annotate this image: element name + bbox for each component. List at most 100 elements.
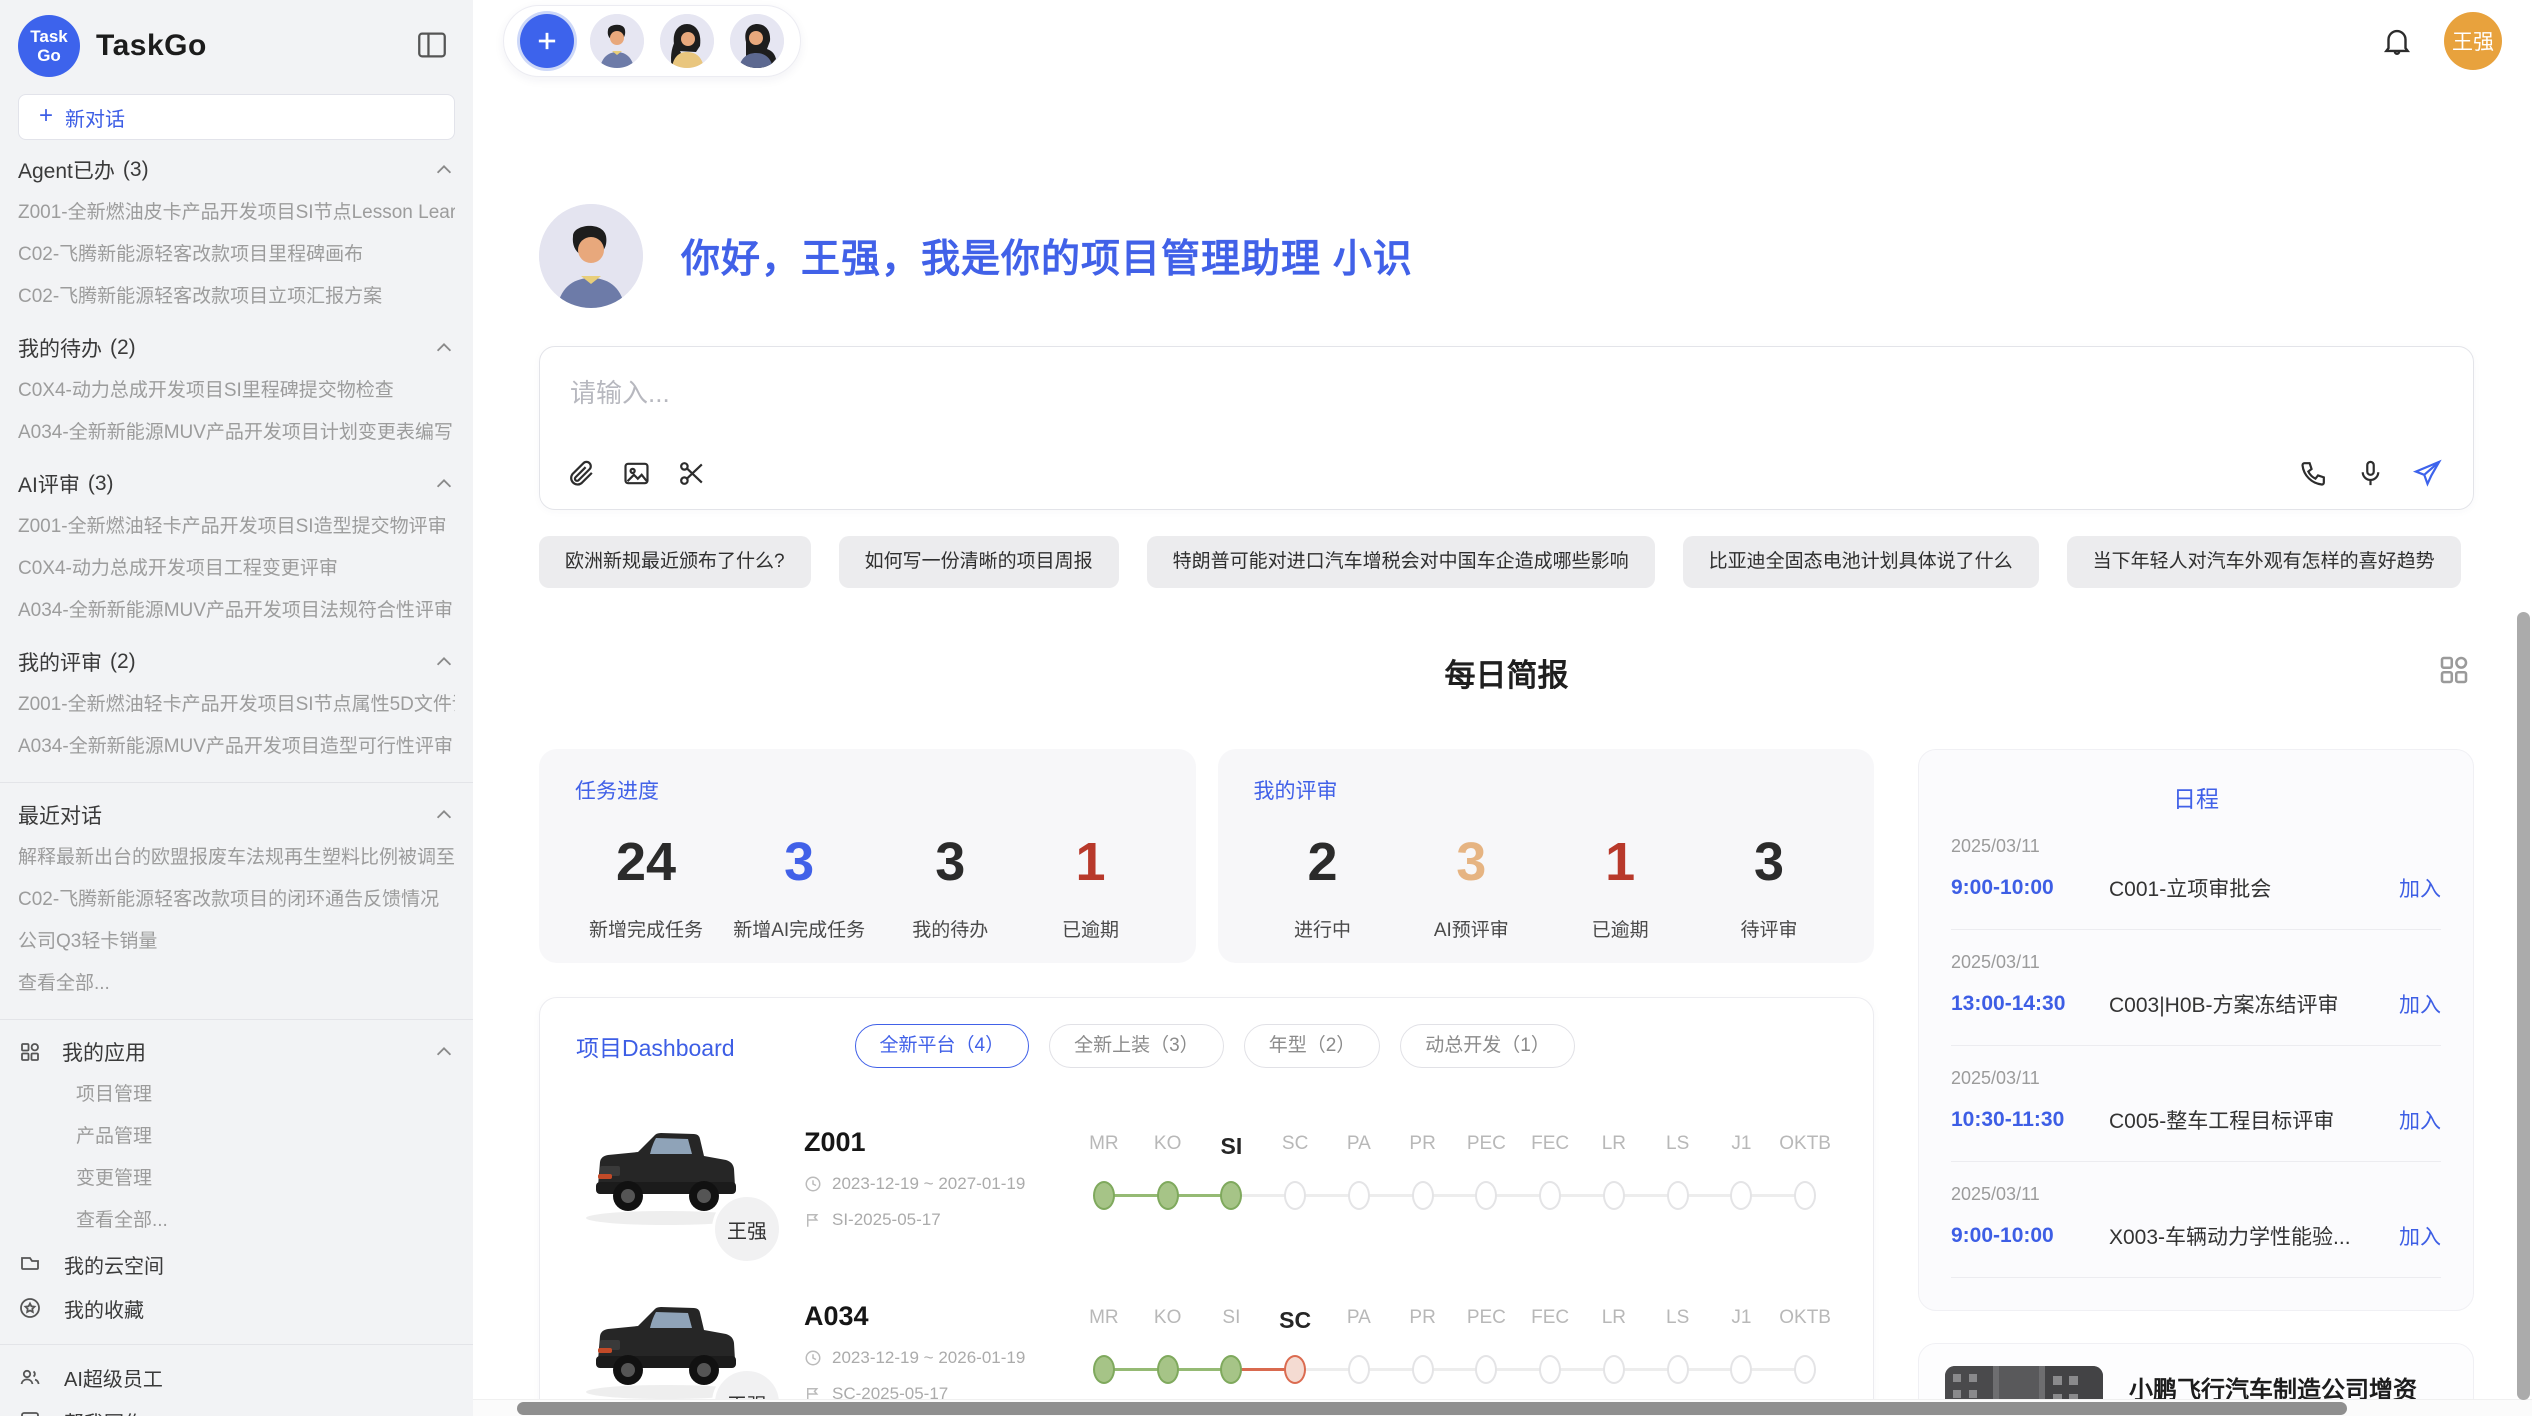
milestone-dot[interactable] xyxy=(1157,1181,1179,1210)
sidebar-group-recent-chats[interactable]: 最近对话 xyxy=(18,793,455,837)
layout-grid-icon[interactable] xyxy=(2436,652,2472,688)
list-item[interactable]: Z001-全新燃油轻卡产品开发项目SI节点属性5D文件评审 xyxy=(18,684,455,726)
suggestion-chip[interactable]: 当下年轻人对汽车外观有怎样的喜好趋势 xyxy=(2067,536,2461,588)
chevron-up-icon[interactable] xyxy=(433,473,455,495)
chevron-up-icon[interactable] xyxy=(433,804,455,826)
stat-ai-done: 3 新增AI完成任务 xyxy=(733,831,865,942)
milestone-dot[interactable] xyxy=(1157,1355,1179,1384)
chevron-up-icon[interactable] xyxy=(433,159,455,181)
send-icon[interactable] xyxy=(2412,458,2443,489)
milestone-dot[interactable] xyxy=(1093,1355,1115,1384)
user-avatar[interactable]: 王强 xyxy=(2444,12,2502,70)
sidebar-collapse-icon[interactable] xyxy=(415,28,449,62)
milestone-dot[interactable] xyxy=(1667,1181,1689,1210)
milestone-dot[interactable] xyxy=(1348,1355,1370,1384)
milestone-dot[interactable] xyxy=(1284,1181,1306,1210)
sidebar-item-favorites[interactable]: 我的收藏 xyxy=(18,1286,455,1330)
milestone-dot[interactable] xyxy=(1475,1355,1497,1384)
milestone-dot[interactable] xyxy=(1539,1181,1561,1210)
list-item[interactable]: C02-飞腾新能源轻客改款项目的闭环通告反馈情况 xyxy=(18,879,455,921)
chevron-up-icon[interactable] xyxy=(433,651,455,673)
sidebar-item-product-mgmt[interactable]: 产品管理 xyxy=(18,1116,455,1158)
sidebar-group-ai-review[interactable]: AI评审 (3) xyxy=(18,462,455,506)
milestone-dot[interactable] xyxy=(1667,1355,1689,1384)
horizontal-scrollbar-thumb[interactable] xyxy=(517,1402,2347,1415)
sidebar-item-cloud-space[interactable]: 我的云空间 xyxy=(18,1242,455,1286)
view-all-chats-link[interactable]: 查看全部... xyxy=(18,963,455,1005)
sidebar-item-change-mgmt[interactable]: 变更管理 xyxy=(18,1158,455,1200)
sidebar-group-agent-done[interactable]: Agent已办 (3) xyxy=(18,148,455,192)
avatar[interactable] xyxy=(660,14,714,68)
join-meeting-link[interactable]: 加入 xyxy=(2399,1105,2441,1135)
milestone-dot[interactable] xyxy=(1603,1181,1625,1210)
chat-input-card[interactable]: 请输入... xyxy=(539,346,2474,510)
join-meeting-link[interactable]: 加入 xyxy=(2399,1221,2441,1251)
chat-input-placeholder[interactable]: 请输入... xyxy=(570,373,670,410)
milestone-dot[interactable] xyxy=(1730,1355,1752,1384)
scissors-icon[interactable] xyxy=(676,458,707,489)
milestone-dot[interactable] xyxy=(1220,1355,1242,1384)
milestone-dot[interactable] xyxy=(1603,1355,1625,1384)
chevron-up-icon[interactable] xyxy=(433,1041,455,1063)
sidebar: Task Go TaskGo + 新对话 Agent已办 (3) Z001-全新… xyxy=(0,0,473,1416)
phone-call-icon[interactable] xyxy=(2298,458,2329,489)
suggestion-chip[interactable]: 如何写一份清晰的项目周报 xyxy=(839,536,1119,588)
milestone-dot[interactable] xyxy=(1730,1181,1752,1210)
tab-new-body[interactable]: 全新上装（3） xyxy=(1049,1024,1224,1068)
avatar[interactable] xyxy=(730,14,784,68)
list-item[interactable]: A034-全新新能源MUV产品开发项目计划变更表编写 xyxy=(18,412,455,454)
list-item[interactable]: C0X4-动力总成开发项目工程变更评审 xyxy=(18,548,455,590)
group-count: (3) xyxy=(88,472,114,496)
avatar[interactable] xyxy=(590,14,644,68)
suggestion-chip[interactable]: 比亚迪全固态电池计划具体说了什么 xyxy=(1683,536,2039,588)
project-row[interactable]: 王强 A034 2023-12-19 ~ 2026-01-19 xyxy=(576,1288,1837,1416)
tab-new-platform[interactable]: 全新平台（4） xyxy=(855,1024,1030,1068)
sidebar-item-help-me-write[interactable]: 帮我写作 xyxy=(18,1399,455,1416)
suggestion-chip[interactable]: 特朗普可能对进口汽车增税会对中国车企造成哪些影响 xyxy=(1147,536,1655,588)
list-item[interactable]: A034-全新新能源MUV产品开发项目法规符合性评审 xyxy=(18,590,455,632)
add-agent-button[interactable] xyxy=(520,14,574,68)
list-item[interactable]: Z001-全新燃油皮卡产品开发项目SI节点Lesson Learn报告 xyxy=(18,192,455,234)
milestone-dot[interactable] xyxy=(1539,1355,1561,1384)
list-item[interactable]: A034-全新新能源MUV产品开发项目造型可行性评审 xyxy=(18,726,455,768)
sidebar-group-my-todo[interactable]: 我的待办 (2) xyxy=(18,326,455,370)
milestone-dot[interactable] xyxy=(1794,1181,1816,1210)
list-item[interactable]: 解释最新出台的欧盟报废车法规再生塑料比例被调至15%... xyxy=(18,837,455,879)
milestone-dot[interactable] xyxy=(1220,1181,1242,1210)
tab-powertrain[interactable]: 动总开发（1） xyxy=(1400,1024,1575,1068)
chevron-up-icon[interactable] xyxy=(433,337,455,359)
image-icon[interactable] xyxy=(621,458,652,489)
milestone-dot[interactable] xyxy=(1412,1355,1434,1384)
microphone-icon[interactable] xyxy=(2355,458,2386,489)
notification-bell-icon[interactable] xyxy=(2380,24,2414,58)
tab-year-model[interactable]: 年型（2） xyxy=(1244,1024,1381,1068)
input-tools-right xyxy=(2298,458,2443,489)
milestone-dot[interactable] xyxy=(1412,1181,1434,1210)
sidebar-item-project-mgmt[interactable]: 项目管理 xyxy=(18,1074,455,1116)
horizontal-scrollbar-track[interactable] xyxy=(473,1399,2532,1416)
suggestion-chip[interactable]: 欧洲新规最近颁布了什么? xyxy=(539,536,811,588)
milestone-dot[interactable] xyxy=(1348,1181,1370,1210)
view-all-schedule-link[interactable]: 查看所有日程 xyxy=(1951,1304,2441,1311)
join-meeting-link[interactable]: 加入 xyxy=(2399,989,2441,1019)
list-item[interactable]: C02-飞腾新能源轻客改款项目里程碑画布 xyxy=(18,234,455,276)
join-meeting-link[interactable]: 加入 xyxy=(2399,873,2441,903)
list-item[interactable]: C02-飞腾新能源轻客改款项目立项汇报方案 xyxy=(18,276,455,318)
vertical-scrollbar-thumb[interactable] xyxy=(2517,612,2530,1400)
list-item[interactable]: 公司Q3轻卡销量 xyxy=(18,921,455,963)
new-chat-button[interactable]: + 新对话 xyxy=(18,94,455,140)
project-row[interactable]: 王强 Z001 2023-12-19 ~ 2027-01-19 xyxy=(576,1114,1837,1242)
sidebar-item-ai-super-staff[interactable]: AI超级员工 xyxy=(18,1355,455,1399)
sidebar-group-my-review[interactable]: 我的评审 (2) xyxy=(18,640,455,684)
milestone-dot[interactable] xyxy=(1093,1181,1115,1210)
milestone-dot[interactable] xyxy=(1475,1181,1497,1210)
milestone-dot[interactable] xyxy=(1794,1355,1816,1384)
list-item[interactable]: C0X4-动力总成开发项目SI里程碑提交物检查 xyxy=(18,370,455,412)
view-all-apps-link[interactable]: 查看全部... xyxy=(18,1200,455,1242)
sidebar-group-my-apps[interactable]: 我的应用 xyxy=(18,1030,455,1074)
schedule-date: 2025/03/11 xyxy=(1951,952,2441,973)
attachment-icon[interactable] xyxy=(566,458,597,489)
milestone-dot-overdue[interactable] xyxy=(1284,1355,1306,1384)
list-item[interactable]: Z001-全新燃油轻卡产品开发项目SI造型提交物评审 xyxy=(18,506,455,548)
app-title: TaskGo xyxy=(96,29,207,63)
